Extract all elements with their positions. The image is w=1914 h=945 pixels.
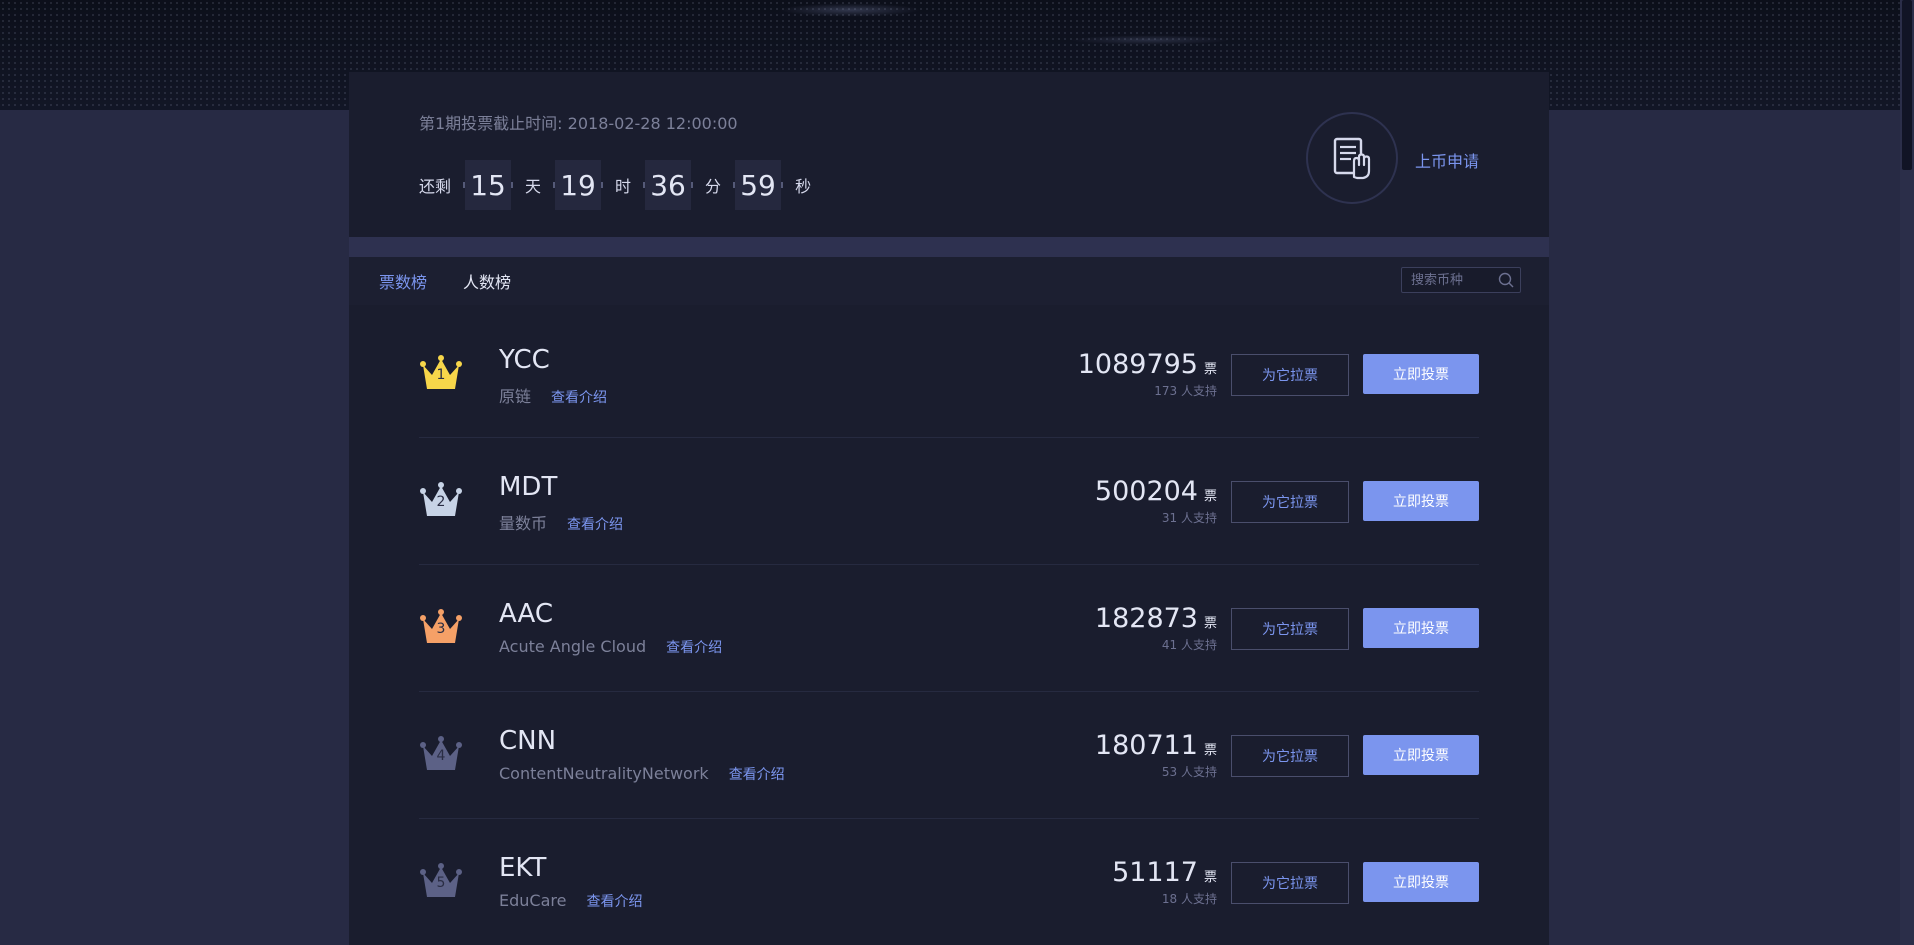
vote-count: 1089795 — [1077, 349, 1198, 380]
days-label: 天 — [525, 177, 542, 196]
vote-summary: 182873 票 41 人支持 — [1095, 603, 1217, 653]
vote-unit: 票 — [1203, 870, 1217, 885]
vote-now-button[interactable]: 立即投票 — [1363, 735, 1479, 775]
canvass-button[interactable]: 为它拉票 — [1231, 608, 1349, 650]
rank-number: 1 — [436, 367, 446, 383]
minutes-label: 分 — [705, 177, 722, 196]
supporter-number: 173 — [1154, 384, 1178, 398]
vote-unit: 票 — [1203, 489, 1217, 504]
vote-unit: 票 — [1203, 362, 1217, 377]
supporter-suffix: 人支持 — [1180, 765, 1217, 779]
countdown-panel: 第1期投票截止时间: 2018-02-28 12:00:00 还剩 15 天 1… — [349, 72, 1549, 237]
coin-name: 原链 — [499, 387, 532, 406]
coin-row: 2 MDT 量数币 查看介绍 500204 票 31 人支持 为它拉票 立即投票 — [419, 438, 1479, 565]
coin-row: 1 YCC 原链 查看介绍 1089795 票 173 人支持 为它拉票 立即投… — [419, 311, 1479, 438]
scrollbar[interactable] — [1900, 0, 1914, 945]
vote-unit: 票 — [1203, 743, 1217, 758]
vote-count: 500204 — [1094, 476, 1198, 507]
canvass-button[interactable]: 为它拉票 — [1231, 481, 1349, 523]
vote-summary: 500204 票 31 人支持 — [1095, 476, 1217, 526]
vote-count: 180711 — [1094, 730, 1198, 761]
coin-row: 4 CNN ContentNeutralityNetwork 查看介绍 1807… — [419, 692, 1479, 819]
coin-name: EduCare — [499, 891, 567, 910]
supporter-number: 53 — [1161, 765, 1178, 779]
listing-apply-link[interactable]: 上币申请 — [1415, 148, 1479, 172]
hours-value: 19 — [553, 160, 604, 210]
view-intro-link[interactable]: 查看介绍 — [586, 891, 642, 911]
crown-icon: 2 — [419, 478, 463, 522]
supporter-suffix: 人支持 — [1180, 892, 1217, 906]
coin-search-input[interactable] — [1402, 271, 1503, 289]
coin-symbol: YCC — [499, 345, 550, 375]
view-intro-link[interactable]: 查看介绍 — [551, 387, 607, 407]
scrollbar-thumb[interactable] — [1902, 0, 1912, 170]
vote-summary: 51117 票 18 人支持 — [1112, 857, 1217, 907]
coin-name: Acute Angle Cloud — [499, 637, 647, 656]
supporter-count: 41 人支持 — [1095, 636, 1217, 653]
supporter-number: 18 — [1161, 892, 1178, 906]
remaining-label: 还剩 — [419, 177, 452, 196]
coin-name: 量数币 — [499, 514, 548, 533]
coin-symbol: EKT — [499, 853, 547, 883]
seconds-label: 秒 — [795, 177, 812, 196]
rank-number: 2 — [436, 494, 446, 510]
crown-icon: 5 — [419, 859, 463, 903]
crown-icon: 4 — [419, 732, 463, 776]
coin-row: 5 EKT EduCare 查看介绍 51117 票 18 人支持 为它拉票 立… — [419, 819, 1479, 945]
supporter-suffix: 人支持 — [1180, 511, 1217, 525]
main-content: 第1期投票截止时间: 2018-02-28 12:00:00 还剩 15 天 1… — [349, 72, 1549, 945]
coin-symbol: MDT — [499, 472, 558, 502]
supporter-count: 31 人支持 — [1095, 509, 1217, 526]
vote-summary: 180711 票 53 人支持 — [1095, 730, 1217, 780]
crown-icon: 1 — [419, 351, 463, 395]
deadline-text: 第1期投票截止时间: 2018-02-28 12:00:00 — [419, 114, 738, 133]
seconds-value: 59 — [733, 160, 784, 210]
supporter-suffix: 人支持 — [1180, 384, 1217, 398]
vote-count: 51117 — [1112, 857, 1198, 888]
supporter-count: 18 人支持 — [1112, 890, 1217, 907]
rank-number: 5 — [436, 875, 446, 891]
canvass-button[interactable]: 为它拉票 — [1231, 354, 1349, 396]
coin-row: 3 AAC Acute Angle Cloud 查看介绍 182873 票 41… — [419, 565, 1479, 692]
canvass-button[interactable]: 为它拉票 — [1231, 735, 1349, 777]
rank-number: 4 — [436, 748, 446, 764]
supporter-number: 31 — [1161, 511, 1178, 525]
vote-unit: 票 — [1203, 616, 1217, 631]
countdown-timer: 还剩 15 天 19 时 36 分 59 秒 — [419, 160, 825, 210]
rank-number: 3 — [436, 621, 446, 637]
tab-people-ranking[interactable]: 人数榜 — [463, 269, 511, 293]
vote-count: 182873 — [1094, 603, 1198, 634]
tab-vote-ranking[interactable]: 票数榜 — [379, 269, 427, 293]
vote-now-button[interactable]: 立即投票 — [1363, 608, 1479, 648]
coin-name: ContentNeutralityNetwork — [499, 764, 709, 783]
section-divider — [349, 237, 1549, 257]
supporter-count: 173 人支持 — [1078, 382, 1217, 399]
document-hand-icon — [1333, 137, 1371, 180]
vote-now-button[interactable]: 立即投票 — [1363, 354, 1479, 394]
search-icon[interactable] — [1498, 272, 1514, 288]
coin-ranking-list: 1 YCC 原链 查看介绍 1089795 票 173 人支持 为它拉票 立即投… — [349, 305, 1549, 945]
vote-now-button[interactable]: 立即投票 — [1363, 481, 1479, 521]
view-intro-link[interactable]: 查看介绍 — [666, 637, 722, 657]
days-value: 15 — [463, 160, 514, 210]
supporter-number: 41 — [1161, 638, 1178, 652]
coin-search-box[interactable] — [1401, 267, 1521, 293]
listing-apply-button[interactable] — [1306, 112, 1398, 204]
vote-now-button[interactable]: 立即投票 — [1363, 862, 1479, 902]
hours-label: 时 — [615, 177, 632, 196]
vote-summary: 1089795 票 173 人支持 — [1078, 349, 1217, 399]
supporter-count: 53 人支持 — [1095, 763, 1217, 780]
minutes-value: 36 — [643, 160, 694, 210]
canvass-button[interactable]: 为它拉票 — [1231, 862, 1349, 904]
crown-icon: 3 — [419, 605, 463, 649]
coin-symbol: CNN — [499, 726, 557, 756]
coin-symbol: AAC — [499, 599, 553, 629]
supporter-suffix: 人支持 — [1180, 638, 1217, 652]
view-intro-link[interactable]: 查看介绍 — [567, 514, 623, 534]
ranking-tabs: 票数榜 人数榜 — [349, 257, 1549, 305]
view-intro-link[interactable]: 查看介绍 — [729, 764, 785, 784]
